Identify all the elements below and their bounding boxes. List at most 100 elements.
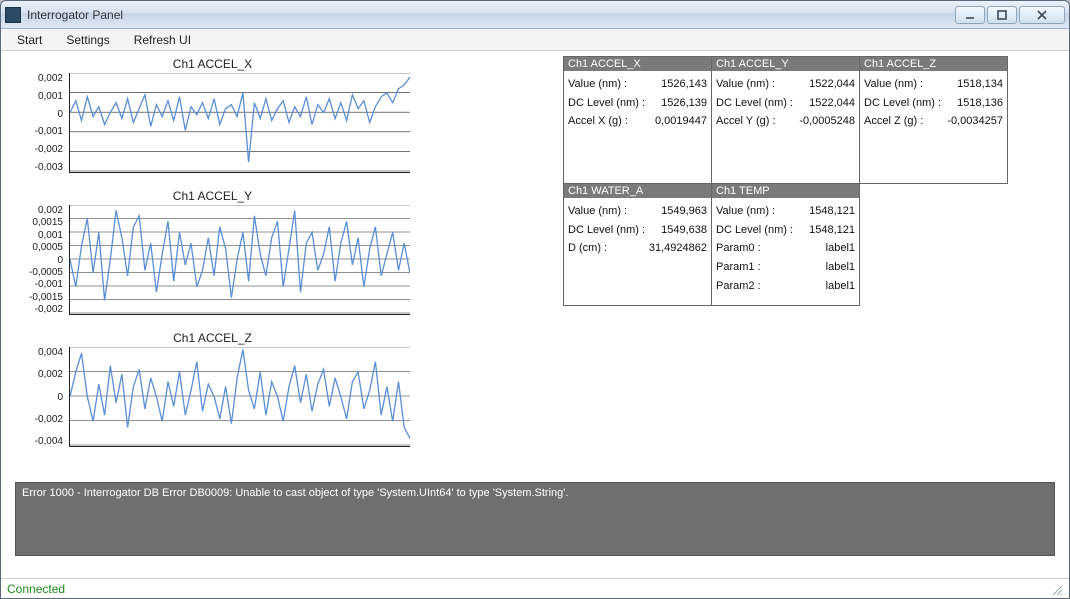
ytick-label: 0 bbox=[57, 109, 63, 120]
panel-accel-y: Ch1 ACCEL_Y Value (nm) :1522,044DC Level… bbox=[711, 56, 860, 184]
chart-ylabels: 0,0020,00150,0010,00050-0,0005-0,001-0,0… bbox=[15, 205, 69, 315]
panel-key: Accel Y (g) : bbox=[716, 112, 776, 131]
panel-value: 1548,121 bbox=[809, 202, 855, 221]
chart-accel-y: Ch1 ACCEL_Y 0,0020,00150,0010,00050-0,00… bbox=[15, 189, 410, 315]
chart-title: Ch1 ACCEL_Z bbox=[15, 331, 410, 345]
panel-title: Ch1 ACCEL_Y bbox=[712, 57, 859, 71]
panel-title: Ch1 ACCEL_X bbox=[564, 57, 711, 71]
panel-row: DC Level (nm) : 1518,136 bbox=[864, 94, 1003, 113]
panel-value: label1 bbox=[826, 239, 855, 258]
panel-row: Value (nm) : 1522,044 bbox=[716, 75, 855, 94]
ytick-label: -0,0005 bbox=[29, 267, 63, 278]
ytick-label: 0 bbox=[57, 255, 63, 266]
panel-row: Value (nm) : 1548,121 bbox=[716, 202, 855, 221]
panel-key: Param0 : bbox=[716, 239, 761, 258]
window-buttons bbox=[955, 6, 1065, 24]
error-text: Error 1000 - Interrogator DB Error DB000… bbox=[22, 487, 568, 499]
panel-value: label1 bbox=[826, 258, 855, 277]
panel-key: DC Level (nm) : bbox=[568, 94, 645, 113]
panel-value: -0,0005248 bbox=[799, 112, 855, 131]
ytick-label: 0,0015 bbox=[32, 217, 63, 228]
panel-key: DC Level (nm) : bbox=[864, 94, 941, 113]
panel-key: Accel X (g) : bbox=[568, 112, 628, 131]
panel-row: DC Level (nm) : 1522,044 bbox=[716, 94, 855, 113]
ytick-label: -0,001 bbox=[35, 279, 63, 290]
statusbar: Connected bbox=[1, 578, 1069, 598]
ytick-label: -0,001 bbox=[35, 126, 63, 137]
chart-plot bbox=[69, 73, 410, 173]
chart-accel-z: Ch1 ACCEL_Z 0,0040,0020-0,002-0,004 bbox=[15, 331, 410, 447]
ytick-label: 0,002 bbox=[38, 205, 63, 216]
panel-water-a: Ch1 WATER_A Value (nm) : 1549,963 DC Level… bbox=[563, 183, 712, 306]
panel-value: 1518,134 bbox=[957, 75, 1003, 94]
panel-value: 1522,044 bbox=[809, 94, 855, 113]
titlebar[interactable]: Interrogator Panel bbox=[1, 1, 1069, 29]
panel-value: 1526,143 bbox=[661, 75, 707, 94]
data-panels: Ch1 ACCEL_X Value (nm) :1526,143DC Level… bbox=[564, 57, 1008, 306]
status-text: Connected bbox=[7, 582, 65, 596]
menu-start[interactable]: Start bbox=[7, 31, 52, 49]
panel-row: Accel X (g) : 0,0019447 bbox=[568, 112, 707, 131]
app-window: Interrogator Panel Start Settings Refres… bbox=[0, 0, 1070, 599]
error-log[interactable]: Error 1000 - Interrogator DB Error DB000… bbox=[15, 482, 1055, 556]
panel-value: 1518,136 bbox=[957, 94, 1003, 113]
panel-row: Param2 : label1 bbox=[716, 277, 855, 296]
panel-key: Accel Z (g) : bbox=[864, 112, 923, 131]
panel-value: 1549,963 bbox=[661, 202, 707, 221]
panel-value: 1522,044 bbox=[809, 75, 855, 94]
ytick-label: -0,002 bbox=[35, 414, 63, 425]
panel-row: Value (nm) : 1518,134 bbox=[864, 75, 1003, 94]
panel-value: 0,0019447 bbox=[655, 112, 707, 131]
panel-row: Accel Z (g) : -0,0034257 bbox=[864, 112, 1003, 131]
panel-key: Value (nm) : bbox=[568, 202, 627, 221]
chart-ylabels: 0,0020,0010-0,001-0,002-0,003 bbox=[15, 73, 69, 173]
panel-key: DC Level (nm) : bbox=[568, 221, 645, 240]
panel-key: Value (nm) : bbox=[716, 202, 775, 221]
ytick-label: 0,0005 bbox=[32, 242, 63, 253]
panel-value: 1548,121 bbox=[809, 221, 855, 240]
panel-row: DC Level (nm) : 1548,121 bbox=[716, 221, 855, 240]
panel-key: D (cm) : bbox=[568, 239, 607, 258]
panel-row: Value (nm) : 1526,143 bbox=[568, 75, 707, 94]
ytick-label: 0,002 bbox=[38, 369, 63, 380]
ytick-label: -0,003 bbox=[35, 162, 63, 173]
panel-row: Accel Y (g) : -0,0005248 bbox=[716, 112, 855, 131]
chart-plot bbox=[69, 205, 410, 315]
menu-refresh[interactable]: Refresh UI bbox=[124, 31, 201, 49]
chart-accel-x: Ch1 ACCEL_X 0,0020,0010-0,001-0,002-0,00… bbox=[15, 57, 410, 173]
client-area: Ch1 ACCEL_X 0,002 0,001 0 -0,001 -0,002 -0,00… bbox=[1, 51, 1069, 578]
panel-value: 1549,638 bbox=[661, 221, 707, 240]
menu-settings[interactable]: Settings bbox=[56, 31, 119, 49]
ytick-label: 0,001 bbox=[38, 230, 63, 241]
chart-title: Ch1 ACCEL_Y bbox=[15, 189, 410, 203]
panel-title: Ch1 TEMP bbox=[712, 184, 859, 198]
ytick-label: 0 bbox=[57, 392, 63, 403]
ytick-label: 0,002 bbox=[38, 73, 63, 84]
panel-key: Value (nm) : bbox=[716, 75, 775, 94]
panel-value: label1 bbox=[826, 277, 855, 296]
minimize-button[interactable] bbox=[955, 6, 985, 24]
panel-accel-z: Ch1 ACCEL_Z Value (nm) :1518,134DC Level… bbox=[859, 56, 1008, 184]
chart-plot bbox=[69, 347, 410, 447]
panel-key: Value (nm) : bbox=[864, 75, 923, 94]
menubar: Start Settings Refresh UI bbox=[1, 29, 1069, 51]
panel-row: Param1 : label1 bbox=[716, 258, 855, 277]
window-title: Interrogator Panel bbox=[27, 8, 123, 22]
panel-row: Param0 : label1 bbox=[716, 239, 855, 258]
ytick-label: -0,004 bbox=[35, 436, 63, 447]
panel-key: Param2 : bbox=[716, 277, 761, 296]
panel-key: Value (nm) : bbox=[568, 75, 627, 94]
panel-value: -0,0034257 bbox=[947, 112, 1003, 131]
panel-key: Param1 : bbox=[716, 258, 761, 277]
resize-grip-icon[interactable] bbox=[1049, 582, 1063, 596]
panel-accel-x: Ch1 ACCEL_X Value (nm) :1526,143DC Level… bbox=[563, 56, 712, 184]
panel-row: DC Level (nm) :1526,139 bbox=[568, 94, 707, 113]
panel-value: 31,4924862 bbox=[649, 239, 707, 258]
panel-title: Ch1 WATER_A bbox=[564, 184, 711, 198]
panel-row: D (cm) : 31,4924862 bbox=[568, 239, 707, 258]
maximize-button[interactable] bbox=[987, 6, 1017, 24]
panel-temp: Ch1 TEMP Value (nm) :1548,121DC Level (n… bbox=[711, 183, 860, 306]
panel-key: DC Level (nm) : bbox=[716, 94, 793, 113]
panel-key: DC Level (nm) : bbox=[716, 221, 793, 240]
close-button[interactable] bbox=[1019, 6, 1065, 24]
